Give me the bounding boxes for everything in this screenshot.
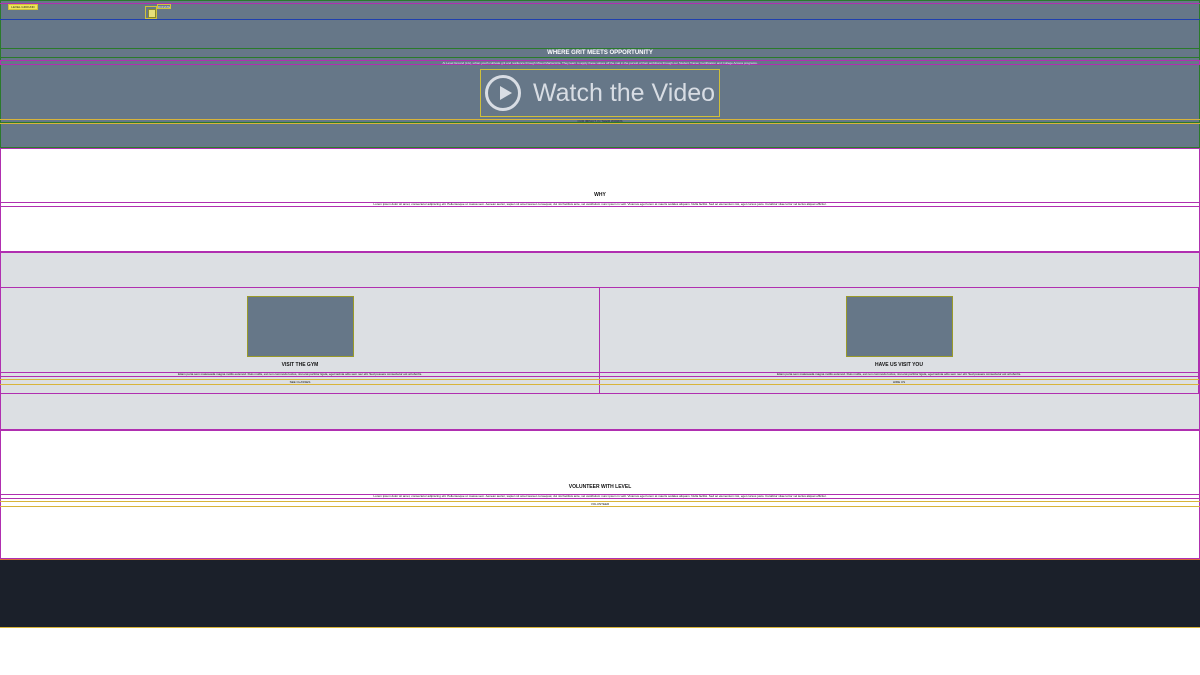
volunteer-text: Lorem ipsum dolor sit amet, consectetur …: [373, 494, 827, 498]
play-icon: [484, 75, 521, 111]
visit-gym-title: VISIT THE GYM: [281, 362, 319, 368]
donate-label: DONATE: [158, 5, 171, 9]
why-text: Lorem ipsum dolor sit amet, consectetur …: [373, 202, 827, 206]
site-logo[interactable]: LEVEL GROUND: [8, 4, 38, 10]
have-us-visit-text: Etiam porta sem malesuada magna mollis e…: [776, 372, 1022, 376]
why-title: WHY: [594, 192, 606, 198]
donate-link[interactable]: DONATE: [157, 4, 171, 9]
logo-text: LEVEL GROUND: [11, 5, 35, 9]
visit-gym-image: [247, 296, 354, 357]
hire-us-label: HIRE US: [892, 380, 906, 384]
site-footer: [0, 559, 1200, 628]
volunteer-label: VOLUNTEER: [590, 502, 610, 506]
hero-caption: OUR IMPACT, IN THEIR WORDS: [577, 119, 623, 123]
have-us-visit-title: HAVE US VISIT YOU: [875, 362, 923, 368]
header-divider: [0, 3, 1200, 4]
visit-gym-text: Etiam porta sem malesuada magna mollis e…: [177, 372, 423, 376]
watch-video-button[interactable]: Watch the Video: [480, 69, 720, 117]
volunteer-button[interactable]: VOLUNTEER: [0, 501, 1200, 507]
watch-video-label: Watch the Video: [532, 78, 716, 107]
volunteer-title: VOLUNTEER WITH LEVEL: [568, 484, 632, 490]
have-us-visit-image: [846, 296, 953, 357]
hero-title: WHERE GRIT MEETS OPPORTUNITY: [547, 50, 653, 56]
hire-us-button[interactable]: HIRE US: [599, 379, 1199, 385]
see-classes-label: SEE CLASSES: [289, 380, 311, 384]
see-classes-button[interactable]: SEE CLASSES: [0, 379, 600, 385]
donate-icon[interactable]: [145, 6, 157, 19]
why-section: [0, 148, 1200, 252]
